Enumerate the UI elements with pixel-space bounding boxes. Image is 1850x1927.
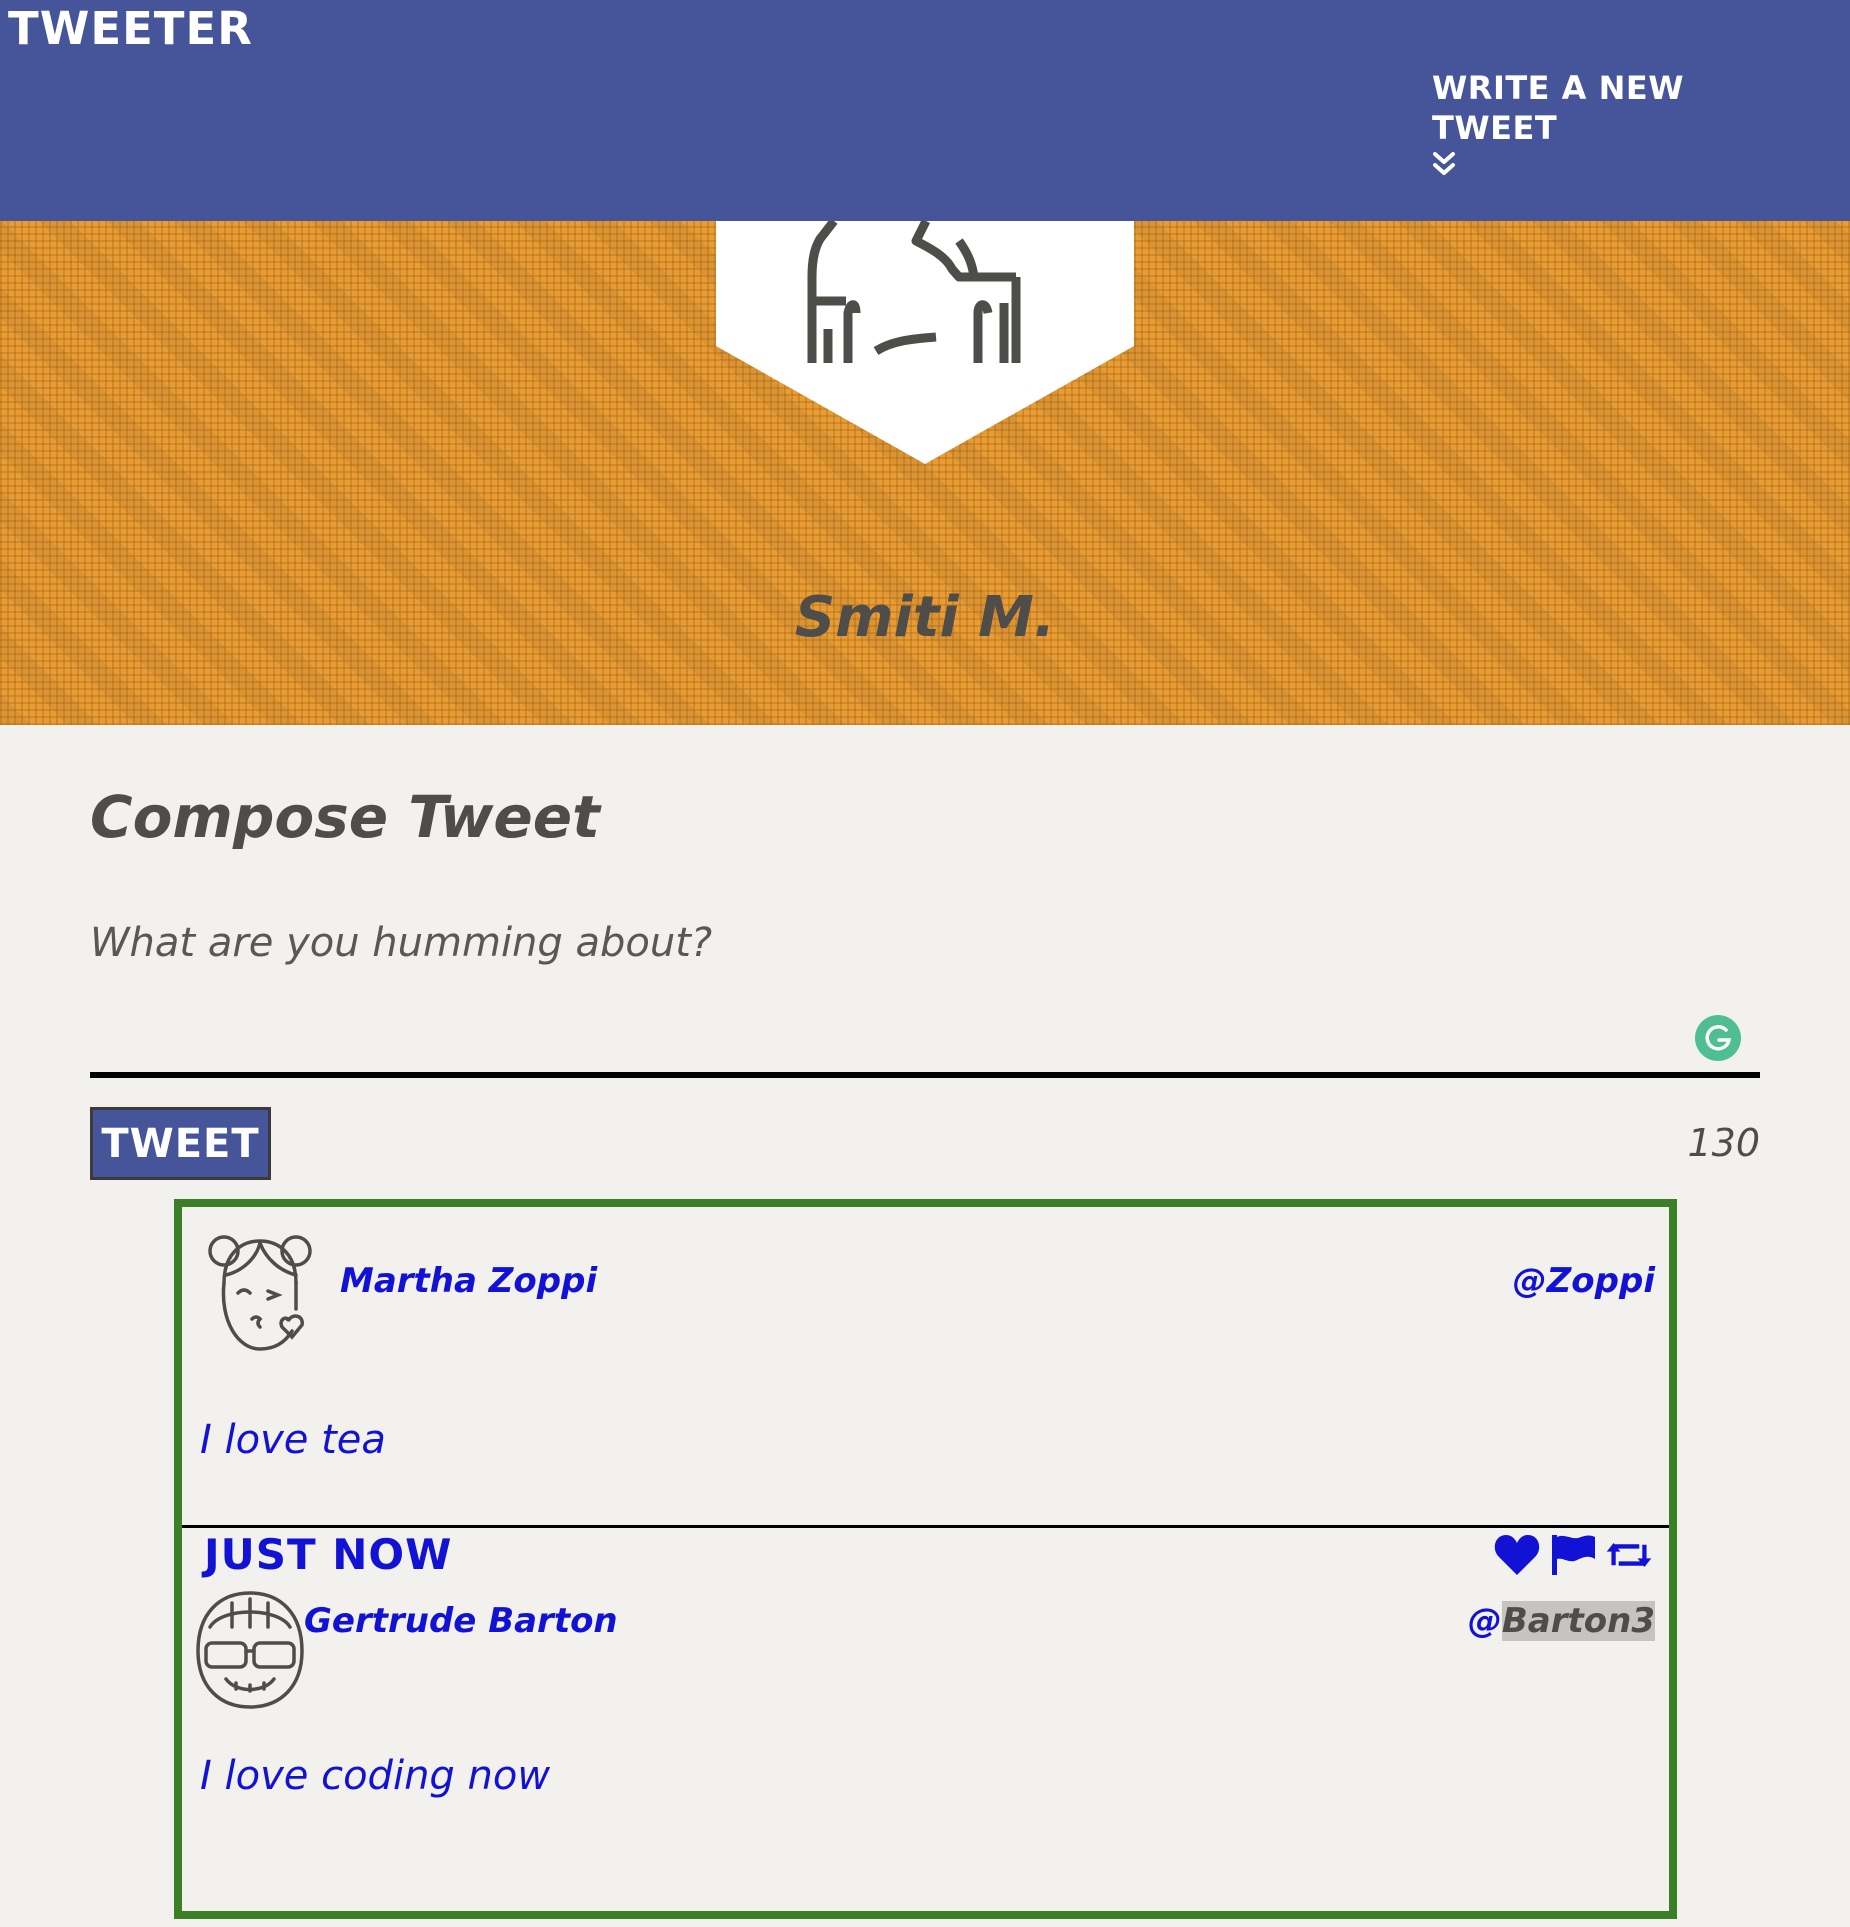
tweet-feed: Martha Zoppi @Zoppi I love tea JUST NOW (174, 1199, 1677, 1919)
heart-icon[interactable] (1493, 1533, 1541, 1577)
tweet-timestamp: JUST NOW (204, 1530, 453, 1579)
tweet-handle-selected: Barton3 (1501, 1601, 1655, 1641)
tweet-header: Martha Zoppi @Zoppi (182, 1207, 1669, 1367)
tweet-handle[interactable]: @Zoppi (1513, 1259, 1655, 1303)
brand-logo[interactable]: TWEETER (8, 2, 253, 56)
tweet-footer: JUST NOW (182, 1529, 1669, 1589)
tweet-actions (1493, 1533, 1653, 1577)
tweet-divider (182, 1525, 1669, 1528)
person-avatar-icon (716, 221, 1134, 464)
tweet-card: Martha Zoppi @Zoppi I love tea (182, 1207, 1669, 1567)
grammarly-icon[interactable] (1695, 1015, 1741, 1061)
double-chevron-down-icon (1433, 152, 1455, 175)
tweet-card: Gertrude Barton @Barton3 I love coding n… (182, 1587, 1669, 1927)
char-counter: 130 (1687, 1121, 1760, 1165)
profile-name: Smiti M. (794, 585, 1056, 650)
tweet-handle[interactable]: @Barton3 (1468, 1599, 1655, 1643)
tweet-content: I love coding now (200, 1753, 551, 1799)
tweet-content: I love tea (200, 1417, 386, 1463)
profile-banner: Smiti M. (0, 221, 1850, 725)
compose-title: Compose Tweet (90, 783, 600, 851)
flag-icon[interactable] (1549, 1533, 1597, 1577)
retweet-icon[interactable] (1605, 1533, 1653, 1577)
tweet-submit-button[interactable]: TWEET (90, 1107, 271, 1180)
tweet-handle-prefix: @ (1467, 1601, 1502, 1641)
tweet-input[interactable] (90, 908, 1760, 1078)
tweet-author[interactable]: Gertrude Barton (304, 1599, 618, 1643)
top-nav: TWEETER WRITE A NEW TWEET (0, 0, 1850, 221)
tweet-author[interactable]: Martha Zoppi (340, 1259, 597, 1303)
girl-sunglasses-avatar-icon (196, 1591, 304, 1709)
write-new-tweet-label: WRITE A NEW TWEET (1432, 69, 1685, 147)
write-new-tweet-toggle[interactable]: WRITE A NEW TWEET (1432, 68, 1812, 180)
girl-kiss-avatar-icon (208, 1235, 312, 1351)
